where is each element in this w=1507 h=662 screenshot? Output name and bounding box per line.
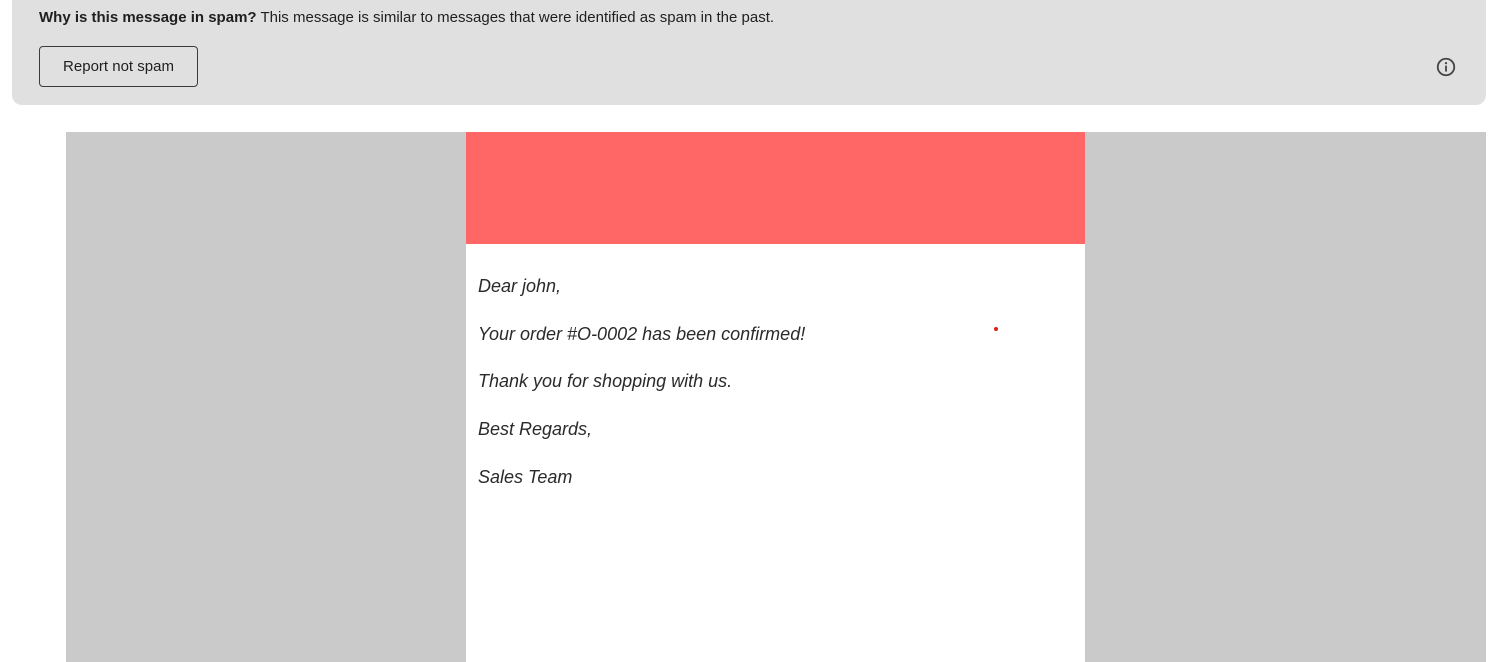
spam-question: Why is this message in spam? bbox=[39, 9, 257, 26]
email-content-frame: Dear john, Your order #O-0002 has been c… bbox=[66, 132, 1486, 662]
email-closing: Best Regards, bbox=[478, 419, 593, 439]
email-order-line: Your order #O-0002 has been confirmed! bbox=[478, 324, 806, 344]
email-greeting: Dear john, bbox=[478, 276, 562, 296]
email-card: Dear john, Your order #O-0002 has been c… bbox=[466, 132, 1085, 662]
info-icon[interactable] bbox=[1435, 56, 1457, 78]
email-signature: Sales Team bbox=[478, 467, 573, 487]
spam-explanation: Why is this message in spam? This messag… bbox=[39, 9, 774, 26]
email-header-banner bbox=[466, 132, 1085, 244]
report-not-spam-button[interactable]: Report not spam bbox=[39, 46, 198, 87]
red-dot-marker bbox=[994, 327, 998, 331]
spam-explanation-text: This message is similar to messages that… bbox=[256, 9, 775, 26]
email-thanks-line: Thank you for shopping with us. bbox=[478, 371, 733, 391]
spam-warning-banner: Why is this message in spam? This messag… bbox=[12, 0, 1486, 105]
